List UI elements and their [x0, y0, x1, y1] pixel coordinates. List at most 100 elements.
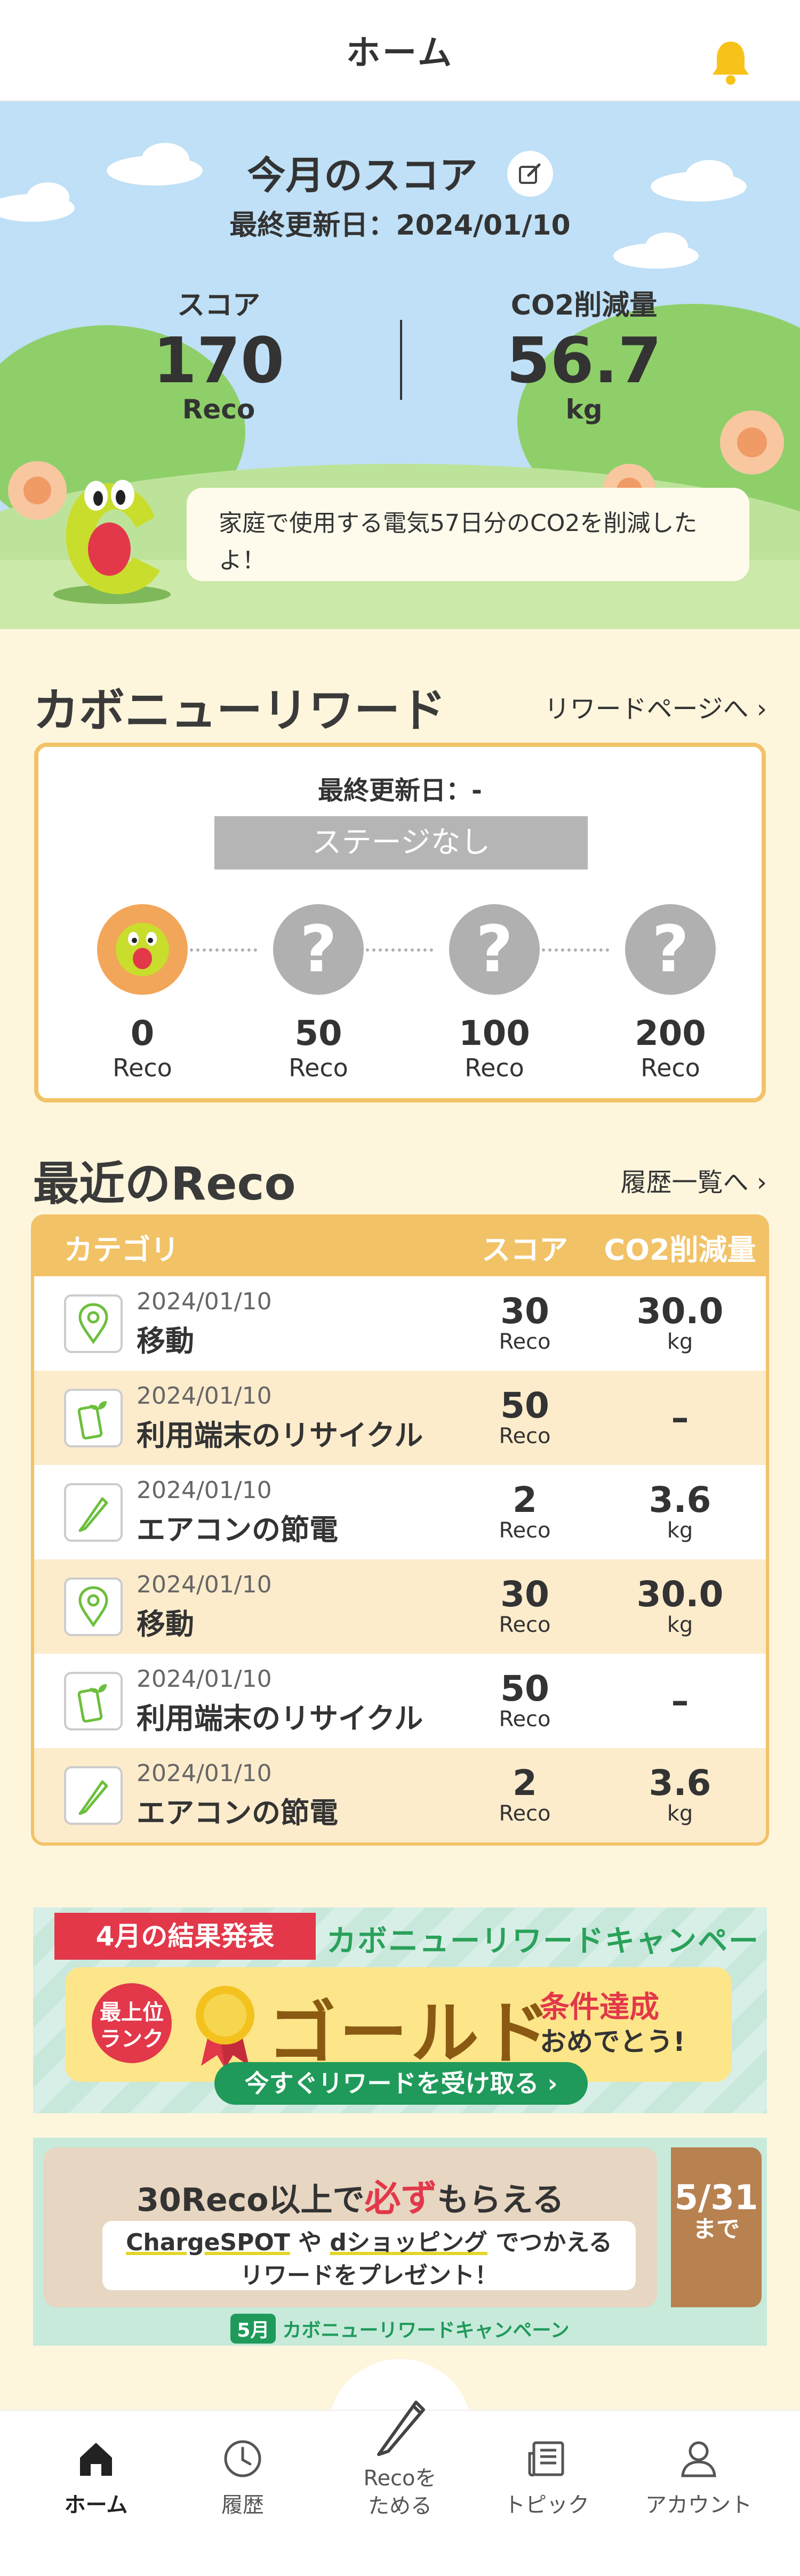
row-co2-value: 3.6	[649, 1479, 711, 1520]
row-co2: –	[594, 1683, 766, 1720]
campaign-card: 30Reco以上で必ずもらえる ChargeSPOT や dショッピング でつか…	[44, 2147, 657, 2307]
description-text: リワードをプレゼント！	[240, 2261, 498, 2289]
condition-label: 条件達成	[540, 1990, 659, 2025]
nav-topic[interactable]: トピック	[483, 2432, 611, 2518]
co2-metric: CO2削減量 56.7 kg	[451, 283, 717, 425]
row-score: 30 Reco	[455, 1290, 594, 1355]
location-pin-icon	[64, 1577, 123, 1636]
score-updated-date: 最終更新日：2024/01/10	[229, 210, 571, 241]
location-pin-icon	[64, 1294, 123, 1353]
stage-100: ? 100 Reco	[449, 904, 540, 1082]
table-row[interactable]: 2024/01/10 利用端末のリサイクル 50 Reco –	[34, 1654, 766, 1748]
nav-label: トピック	[504, 2493, 589, 2517]
row-name: エアコンの節電	[137, 1796, 338, 1830]
phone-sprout-icon	[64, 1671, 123, 1730]
row-name: エアコンの節電	[137, 1512, 338, 1547]
gold-result-banner[interactable]: 4月の結果発表 カボニューリワードキャンペーン 最上位 ランク ゴールド 条件達…	[33, 1907, 767, 2113]
row-name: 移動	[137, 1607, 194, 1641]
table-row[interactable]: 2024/01/10 移動 30 Reco 30.0 kg	[34, 1276, 766, 1371]
row-co2: 30.0 kg	[594, 1290, 766, 1355]
pencil-icon	[64, 1483, 123, 1542]
row-score-value: 50	[500, 1668, 549, 1709]
description-text: でつかえる	[487, 2229, 612, 2256]
campaign-banner[interactable]: 30Reco以上で必ずもらえる ChargeSPOT や dショッピング でつか…	[33, 2138, 767, 2346]
history-list-link[interactable]: 履歴一覧へ ›	[621, 1161, 767, 1198]
stage-connector	[177, 948, 257, 952]
pencil-icon	[64, 1766, 123, 1825]
row-date: 2024/01/10	[137, 1287, 272, 1315]
nav-label: アカウント	[645, 2493, 752, 2517]
row-date: 2024/01/10	[137, 1382, 272, 1410]
row-score-unit: Reco	[499, 1613, 551, 1638]
row-co2-value: –	[671, 1397, 689, 1438]
table-header: カテゴリ スコア CO2削減量	[34, 1218, 766, 1276]
stage-value: 200	[635, 1014, 706, 1053]
congrats-label: おめでとう!	[540, 2026, 685, 2057]
table-row[interactable]: 2024/01/10 移動 30 Reco 30.0 kg	[34, 1559, 766, 1654]
reward-page-link[interactable]: リワードページへ ›	[545, 688, 767, 725]
nav-collect-reco[interactable]: Recoを ためる	[336, 2388, 464, 2520]
mascot-icon	[53, 480, 171, 604]
row-score-unit: Reco	[499, 1801, 551, 1826]
stage-50: ? 50 Reco	[273, 904, 364, 1082]
row-co2: –	[594, 1397, 766, 1438]
nav-home[interactable]: ホーム	[32, 2432, 160, 2518]
table-row[interactable]: 2024/01/10 エアコンの節電 2 Reco 3.6 kg	[34, 1748, 766, 1842]
reward-updated: 最終更新日：-	[318, 776, 482, 806]
nav-history[interactable]: 履歴	[179, 2432, 307, 2518]
question-icon: ?	[449, 904, 540, 995]
receive-reward-button[interactable]: 今すぐリワードを受け取る ›	[214, 2062, 588, 2105]
deadline-date: 5/31	[674, 2178, 758, 2218]
metric-divider	[400, 320, 402, 400]
app-header: ホーム	[0, 0, 800, 101]
stage-unit: Reco	[289, 1053, 348, 1082]
row-score-value: 2	[513, 1479, 537, 1520]
banner-ribbon: 4月の結果発表	[54, 1913, 316, 1960]
stage-200: ? 200 Reco	[625, 904, 716, 1082]
chargespot-text: ChargeSPOT	[126, 2229, 290, 2256]
stage-0: 0 Reco	[97, 904, 188, 1082]
person-icon	[681, 2441, 716, 2477]
row-date: 2024/01/10	[137, 1571, 272, 1598]
edit-button[interactable]	[507, 151, 553, 197]
co2-unit: kg	[565, 393, 603, 425]
campaign-title-text: もらえる	[437, 2181, 564, 2219]
row-co2-value: 30.0	[636, 1290, 724, 1332]
nav-label: ホーム	[64, 2493, 128, 2517]
score-metric: スコア 170 Reco	[85, 283, 352, 425]
row-category: 2024/01/10 移動	[34, 1571, 455, 1643]
row-score-value: 30	[500, 1290, 549, 1332]
deadline-suffix: まで	[693, 2216, 740, 2243]
row-category: 2024/01/10 エアコンの節電	[34, 1477, 455, 1548]
score-hero: 今月のスコア 最終更新日：2024/01/10 スコア 170 Reco CO2…	[0, 101, 800, 629]
campaign-footer: 5月 カボニューリワードキャンペーン	[33, 2314, 767, 2344]
d-shopping-text: dショッピング	[330, 2229, 487, 2256]
stage-unit: Reco	[113, 1053, 172, 1082]
nav-account[interactable]: アカウント	[635, 2432, 763, 2518]
row-score: 30 Reco	[455, 1573, 594, 1638]
score-message-bubble: 家庭で使用する電気57日分のCO2を削減したよ！	[187, 488, 749, 581]
score-unit: Reco	[182, 393, 255, 425]
page-title: ホーム	[346, 34, 454, 73]
row-score-value: 30	[500, 1573, 549, 1615]
gold-medal-icon	[196, 1986, 254, 2068]
recent-section-header: 最近のReco 履歴一覧へ ›	[33, 1146, 767, 1213]
pencil-icon	[377, 2401, 425, 2456]
row-score-value: 2	[513, 1762, 537, 1804]
column-category: カテゴリ	[64, 1233, 179, 1267]
bell-icon[interactable]	[709, 37, 752, 85]
question-icon: ?	[625, 904, 716, 995]
campaign-title: 30Reco以上で必ずもらえる	[44, 2169, 657, 2221]
description-text: や	[290, 2229, 330, 2256]
score-value: 170	[153, 324, 285, 397]
row-date: 2024/01/10	[137, 1665, 272, 1693]
co2-label: CO2削減量	[510, 289, 658, 321]
table-row[interactable]: 2024/01/10 利用端末のリサイクル 50 Reco –	[34, 1371, 766, 1465]
row-score-unit: Reco	[499, 1518, 551, 1543]
row-name: 利用端末のリサイクル	[137, 1418, 423, 1452]
row-category: 2024/01/10 移動	[34, 1288, 455, 1359]
row-date: 2024/01/10	[137, 1476, 272, 1504]
nav-label: Recoを	[363, 2466, 437, 2491]
campaign-name: カボニューリワードキャンペーン	[282, 2320, 570, 2341]
table-row[interactable]: 2024/01/10 エアコンの節電 2 Reco 3.6 kg	[34, 1465, 766, 1559]
